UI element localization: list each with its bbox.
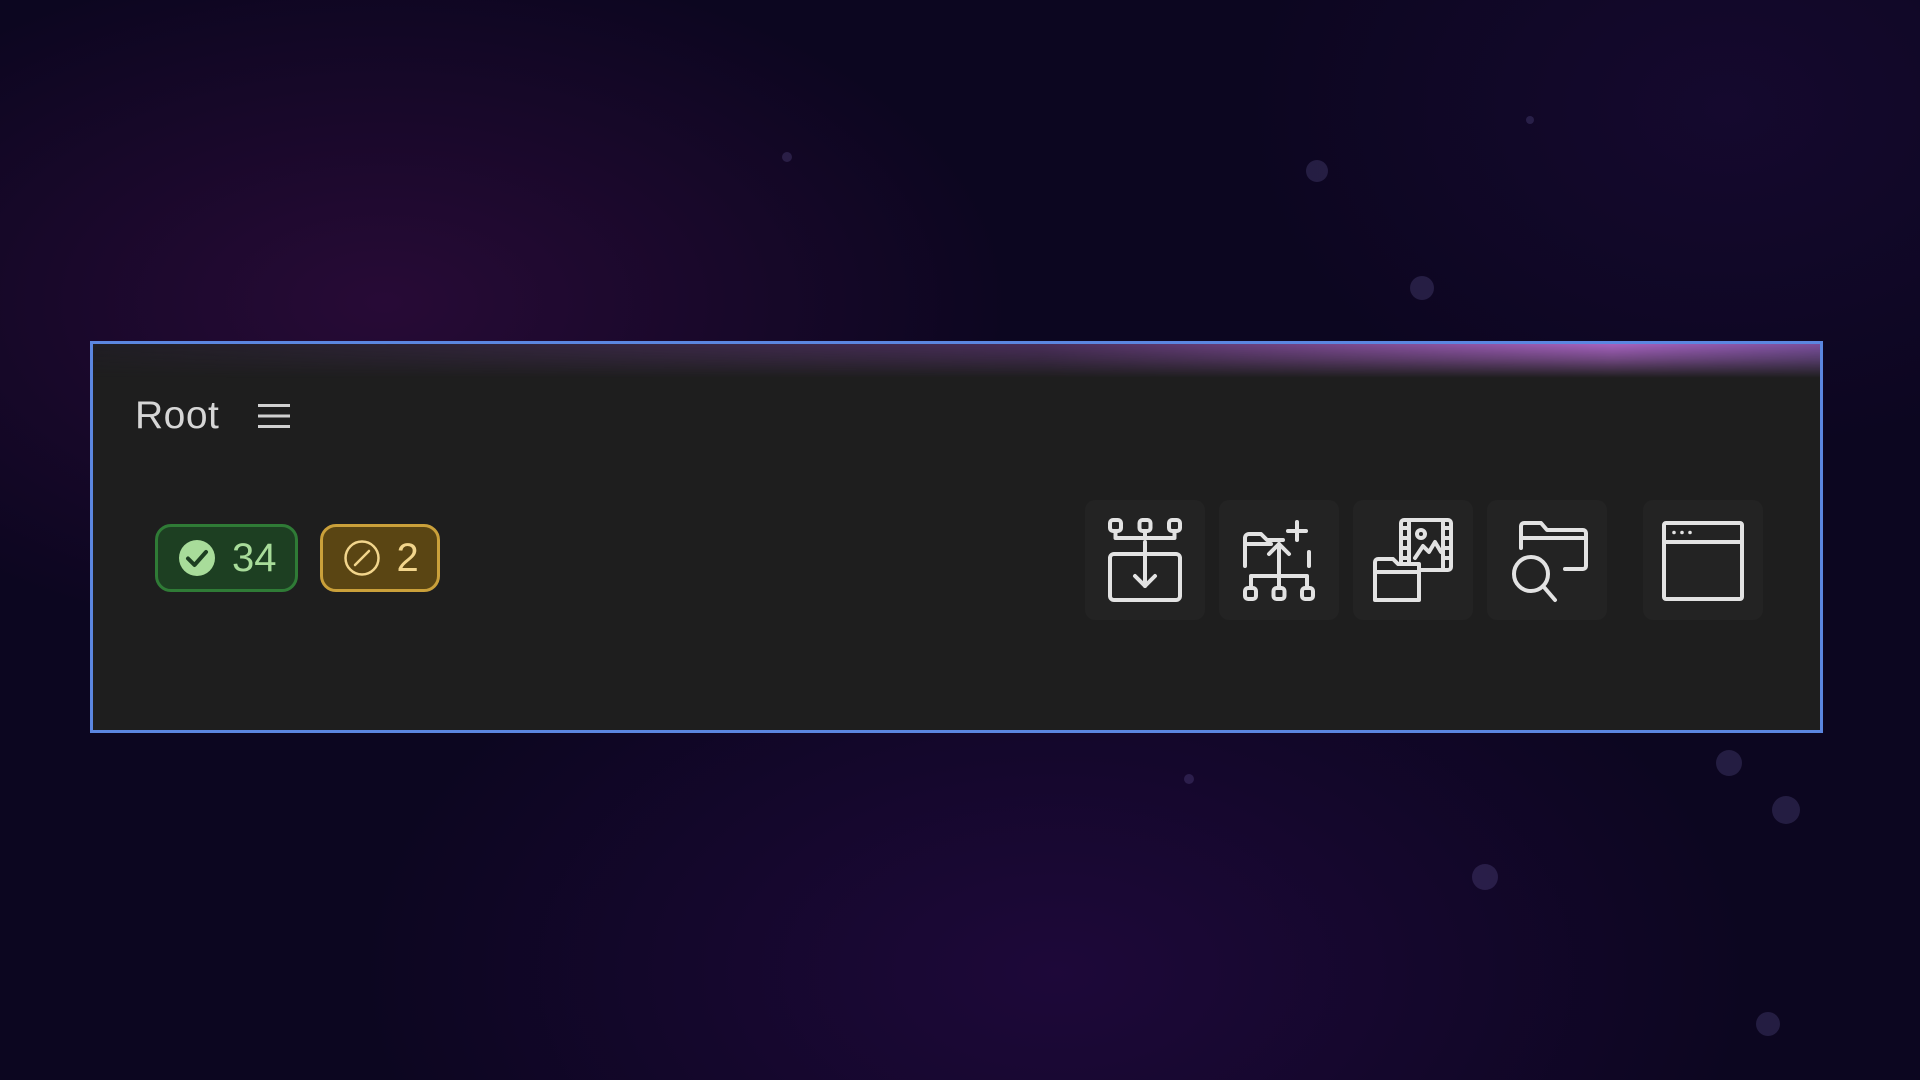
panel-top-glow — [93, 344, 1820, 378]
open-window-button[interactable] — [1643, 500, 1763, 620]
background-speck — [1410, 276, 1434, 300]
background-speck — [1756, 1012, 1780, 1036]
folder-media-button[interactable] — [1353, 500, 1473, 620]
menu-button[interactable] — [257, 401, 291, 431]
folder-search-icon — [1512, 521, 1588, 602]
background-speck — [1716, 750, 1742, 776]
passed-count-badge[interactable]: 34 — [155, 524, 298, 592]
expand-all-icon — [1243, 520, 1315, 601]
background-speck — [1184, 774, 1194, 784]
panel-title: Root — [135, 394, 220, 437]
expand-all-button[interactable] — [1219, 500, 1339, 620]
hamburger-menu-icon — [258, 404, 291, 428]
check-circle-icon — [178, 539, 216, 577]
background-speck — [1306, 160, 1328, 182]
tree-toolbar — [1085, 500, 1763, 620]
skipped-count-badge[interactable]: 2 — [319, 524, 440, 592]
background-speck — [1472, 864, 1498, 890]
folder-media-icon — [1373, 518, 1453, 602]
panel-header: Root — [135, 394, 291, 438]
skipped-count: 2 — [396, 535, 419, 580]
background-speck — [1526, 116, 1534, 124]
passed-count: 34 — [232, 535, 277, 580]
prohibited-circle-icon — [343, 539, 381, 577]
collapse-all-button[interactable] — [1085, 500, 1205, 620]
browser-window-icon — [1662, 521, 1744, 601]
background-speck — [782, 152, 792, 162]
root-panel: Root 34 2 — [90, 341, 1823, 733]
collapse-all-icon — [1108, 518, 1182, 602]
background-speck — [1772, 796, 1800, 824]
status-badges: 34 2 — [155, 524, 440, 592]
folder-search-button[interactable] — [1487, 500, 1607, 620]
